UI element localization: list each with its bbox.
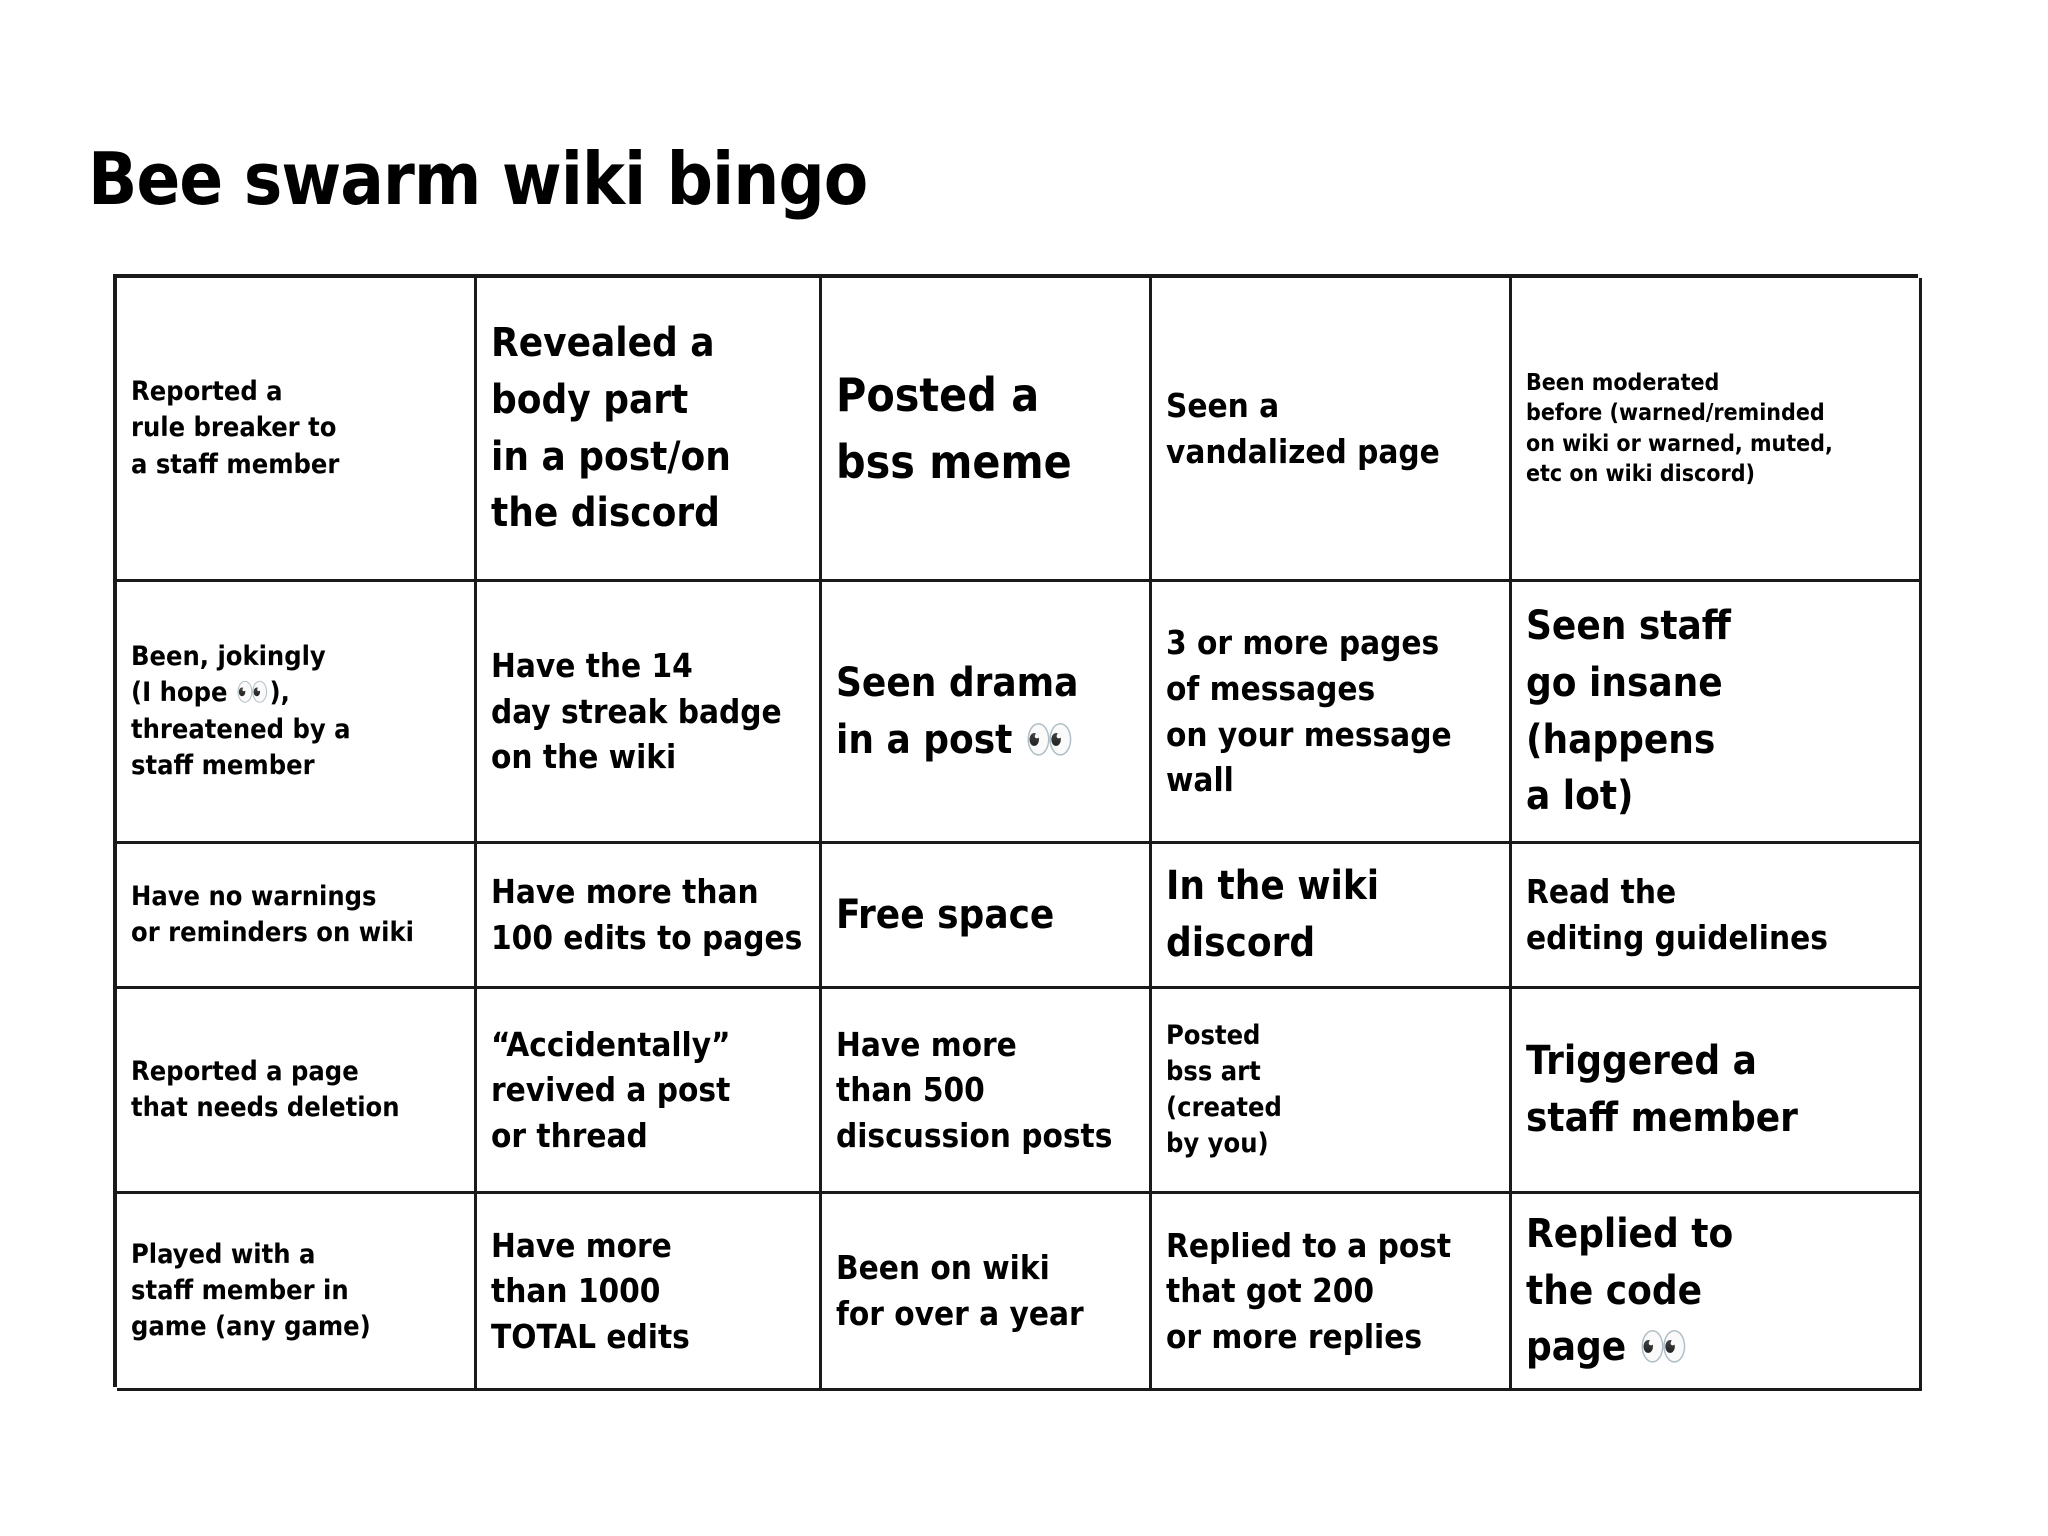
bingo-cell-label: Read the editing guidelines: [1526, 872, 1828, 957]
bingo-grid: Reported a rule breaker to a staff membe…: [113, 274, 1922, 1391]
bingo-cell-r3c5[interactable]: Read the editing guidelines: [1512, 844, 1922, 989]
bingo-cell-label: Been on wiki for over a year: [836, 1248, 1084, 1333]
bingo-cell-label: Seen drama in a post 👀: [836, 659, 1079, 763]
bingo-cell-label: Reported a rule breaker to a staff membe…: [131, 376, 340, 480]
bingo-cell-r1c3[interactable]: Posted a bss meme: [822, 278, 1152, 582]
bingo-cell-r4c5[interactable]: Triggered a staff member: [1512, 989, 1922, 1194]
bingo-cell-label: Replied to a post that got 200 or more r…: [1166, 1225, 1452, 1356]
bingo-cell-r5c5[interactable]: Replied to the code page 👀: [1512, 1194, 1922, 1391]
bingo-cell-label: Played with a staff member in game (any …: [131, 1238, 371, 1343]
page-title: Bee swarm wiki bingo: [88, 137, 868, 222]
bingo-cell-label: In the wiki discord: [1166, 863, 1380, 966]
bingo-cell-label: Been, jokingly (I hope 👀), threatened by…: [131, 641, 351, 781]
bingo-cell-r2c3[interactable]: Seen drama in a post 👀: [822, 582, 1152, 844]
bingo-cell-label: Triggered a staff member: [1526, 1038, 1798, 1141]
bingo-cell-r1c2[interactable]: Revealed a body part in a post/on the di…: [477, 278, 822, 582]
bingo-cell-r3c1[interactable]: Have no warnings or reminders on wiki: [117, 844, 477, 989]
bingo-cell-r5c1[interactable]: Played with a staff member in game (any …: [117, 1194, 477, 1391]
bingo-cell-label: Have more than 1000 TOTAL edits: [491, 1225, 690, 1356]
bingo-cell-r4c3[interactable]: Have more than 500 discussion posts: [822, 989, 1152, 1194]
bingo-cell-r4c2[interactable]: “Accidentally” revived a post or thread: [477, 989, 822, 1194]
bingo-cell-r5c2[interactable]: Have more than 1000 TOTAL edits: [477, 1194, 822, 1391]
bingo-cell-label: Have no warnings or reminders on wiki: [131, 880, 414, 948]
bingo-cell-r3c4[interactable]: In the wiki discord: [1152, 844, 1512, 989]
bingo-cell-r2c1[interactable]: Been, jokingly (I hope 👀), threatened by…: [117, 582, 477, 844]
bingo-cell-r2c4[interactable]: 3 or more pages of messages on your mess…: [1152, 582, 1512, 844]
bingo-cell-label: Replied to the code page 👀: [1526, 1210, 1734, 1371]
bingo-cell-label: Been moderated before (warned/reminded o…: [1526, 369, 1833, 487]
bingo-cell-label: “Accidentally” revived a post or thread: [491, 1024, 731, 1155]
bingo-cell-r5c3[interactable]: Been on wiki for over a year: [822, 1194, 1152, 1391]
bingo-cell-label: Posted a bss meme: [836, 367, 1072, 489]
bingo-cell-r3c3[interactable]: Free space: [822, 844, 1152, 989]
bingo-cell-r5c4[interactable]: Replied to a post that got 200 or more r…: [1152, 1194, 1512, 1391]
bingo-cell-label: Free space: [836, 891, 1055, 938]
bingo-cell-label: Seen a vandalized page: [1166, 385, 1440, 471]
bingo-cell-label: Seen staff go insane (happens a lot): [1526, 602, 1731, 820]
bingo-cell-r2c2[interactable]: Have the 14 day streak badge on the wiki: [477, 582, 822, 844]
bingo-cell-label: 3 or more pages of messages on your mess…: [1166, 623, 1452, 800]
bingo-cell-label: Have the 14 day streak badge on the wiki: [491, 646, 782, 777]
bingo-cell-label: Have more than 500 discussion posts: [836, 1024, 1113, 1155]
bingo-cell-r4c4[interactable]: Posted bss art (created by you): [1152, 989, 1512, 1194]
bingo-cell-r1c1[interactable]: Reported a rule breaker to a staff membe…: [117, 278, 477, 582]
bingo-cell-r1c5[interactable]: Been moderated before (warned/reminded o…: [1512, 278, 1922, 582]
bingo-cell-label: Have more than 100 edits to pages: [491, 872, 803, 957]
bingo-cell-label: Posted bss art (created by you): [1166, 1019, 1282, 1160]
bingo-cell-label: Revealed a body part in a post/on the di…: [491, 319, 731, 537]
bingo-cell-r4c1[interactable]: Reported a page that needs deletion: [117, 989, 477, 1194]
bingo-cell-label: Reported a page that needs deletion: [131, 1055, 400, 1123]
bingo-cell-r1c4[interactable]: Seen a vandalized page: [1152, 278, 1512, 582]
bingo-cell-r3c2[interactable]: Have more than 100 edits to pages: [477, 844, 822, 989]
bingo-cell-r2c5[interactable]: Seen staff go insane (happens a lot): [1512, 582, 1922, 844]
